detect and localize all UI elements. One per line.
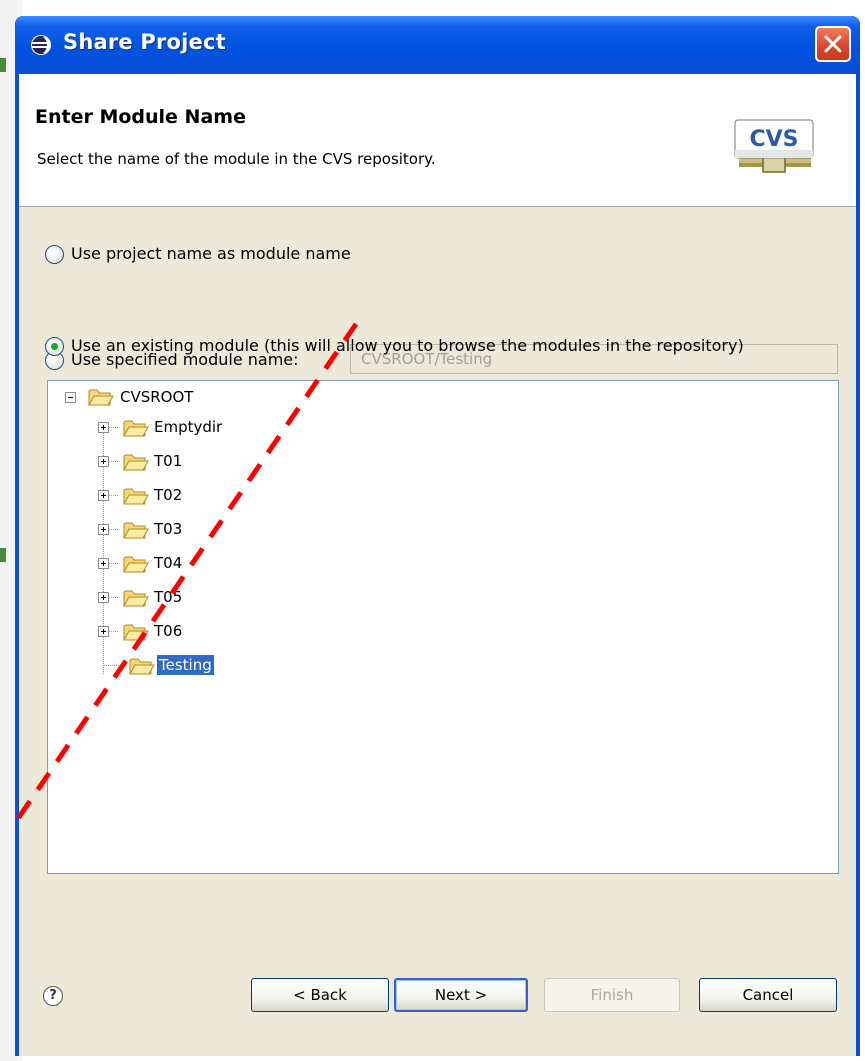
- open-folder-icon: [123, 556, 149, 573]
- open-folder-icon: [123, 590, 149, 607]
- tree-node[interactable]: T02: [152, 485, 184, 505]
- tree-node[interactable]: T03: [152, 519, 184, 539]
- open-folder-icon: [129, 658, 155, 675]
- expand-icon[interactable]: [98, 626, 109, 637]
- tree-guide: [103, 665, 127, 666]
- expand-icon[interactable]: [98, 490, 109, 501]
- open-folder-icon: [123, 420, 149, 437]
- tree-guide: [108, 597, 118, 598]
- option-project-name-label: Use project name as module name: [71, 244, 351, 263]
- radio-existing-module[interactable]: [45, 337, 64, 356]
- tree-guide: [108, 563, 118, 564]
- tree-node[interactable]: T01: [152, 451, 184, 471]
- tree-node[interactable]: T05: [152, 587, 184, 607]
- cancel-button[interactable]: Cancel: [699, 978, 837, 1012]
- cvs-logo-text: CVS: [749, 127, 798, 152]
- close-icon: [824, 35, 842, 53]
- page-description: Select the name of the module in the CVS…: [37, 150, 436, 168]
- expand-icon[interactable]: [98, 524, 109, 535]
- title-bar[interactable]: Share Project: [15, 16, 860, 74]
- open-folder-icon: [123, 488, 149, 505]
- wizard-header: Enter Module Name Select the name of the…: [19, 74, 856, 207]
- cvs-logo-icon: CVS: [734, 119, 814, 173]
- module-tree[interactable]: CVSROOT Emptydir T01 T02 T03 T04 T05 T06…: [47, 380, 839, 874]
- tree-node[interactable]: T06: [152, 621, 184, 641]
- tree-node-cvsroot[interactable]: CVSROOT: [118, 387, 195, 407]
- tree-guide: [108, 461, 118, 462]
- eclipse-icon: [31, 35, 51, 55]
- back-button[interactable]: < Back: [251, 978, 389, 1012]
- background-mark: [0, 58, 6, 72]
- open-folder-icon: [123, 454, 149, 471]
- page-title: Enter Module Name: [35, 106, 246, 128]
- open-folder-icon: [123, 522, 149, 539]
- share-project-dialog: Share Project Enter Module Name Select t…: [15, 16, 860, 1056]
- tree-guide: [108, 631, 118, 632]
- finish-button[interactable]: Finish: [544, 978, 680, 1012]
- open-folder-icon: [123, 624, 149, 641]
- window-title: Share Project: [63, 30, 226, 54]
- expand-icon[interactable]: [98, 422, 109, 433]
- next-button[interactable]: Next >: [394, 978, 528, 1012]
- help-icon[interactable]: ?: [43, 986, 63, 1006]
- option-existing-module-label: Use an existing module (this will allow …: [71, 336, 744, 355]
- tree-node-testing-selected[interactable]: Testing: [157, 655, 214, 675]
- expand-icon[interactable]: [98, 558, 109, 569]
- close-button[interactable]: [815, 26, 851, 62]
- expand-icon[interactable]: [98, 592, 109, 603]
- tree-guide: [108, 427, 118, 428]
- open-folder-icon: [88, 389, 114, 406]
- tree-node[interactable]: T04: [152, 553, 184, 573]
- expand-icon[interactable]: [98, 456, 109, 467]
- collapse-icon[interactable]: [65, 392, 76, 403]
- tree-guide: [108, 495, 118, 496]
- dialog-body: Enter Module Name Select the name of the…: [19, 74, 856, 1056]
- radio-project-name[interactable]: [45, 245, 64, 264]
- tree-guide: [108, 529, 118, 530]
- background-mark: [0, 548, 6, 562]
- tree-node[interactable]: Emptydir: [152, 417, 224, 437]
